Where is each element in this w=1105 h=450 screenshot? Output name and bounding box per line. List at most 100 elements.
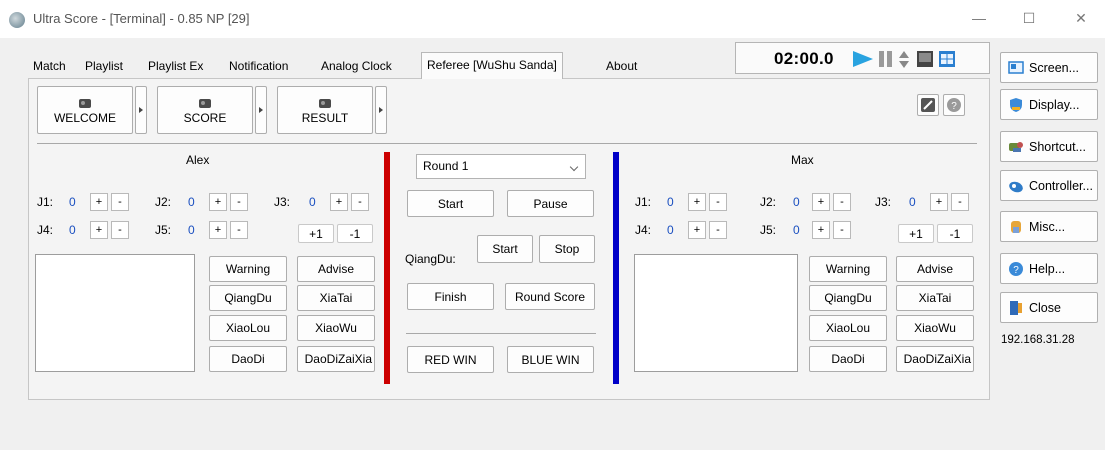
red-j1-minus[interactable]: - [111, 193, 129, 211]
finish-button[interactable]: Finish [407, 283, 494, 310]
round-score-button[interactable]: Round Score [505, 283, 595, 310]
welcome-button[interactable]: WELCOME [37, 86, 133, 134]
blue-j2-minus[interactable]: - [833, 193, 851, 211]
red-j3-minus[interactable]: - [351, 193, 369, 211]
tab-playlist-ex[interactable]: Playlist Ex [143, 56, 208, 78]
blue-j4-label: J4: [635, 223, 652, 237]
red-daodi-button[interactable]: DaoDi [209, 346, 287, 372]
red-j4-label: J4: [37, 223, 54, 237]
blue-warning-button[interactable]: Warning [809, 256, 887, 282]
score-options-arrow[interactable] [255, 86, 267, 134]
app-icon [9, 12, 25, 28]
welcome-options-arrow[interactable] [135, 86, 147, 134]
blue-j1-plus[interactable]: + [688, 193, 706, 211]
divider [37, 143, 977, 144]
tab-match[interactable]: Match [28, 56, 71, 78]
blue-daodi-button[interactable]: DaoDi [809, 346, 887, 372]
blue-j2-label: J2: [760, 195, 777, 209]
blue-j3-value: 0 [909, 195, 916, 209]
qiangdu-stop-button[interactable]: Stop [539, 235, 595, 263]
display-button[interactable]: Display... [1000, 89, 1098, 120]
blue-plus-one-button[interactable]: +1 [898, 224, 934, 243]
misc-label: Misc... [1029, 219, 1066, 234]
blue-j5-minus[interactable]: - [833, 221, 851, 239]
up-down-arrows-icon[interactable] [899, 51, 909, 68]
tab-referee-wushu-sanda[interactable]: Referee [WuShu Sanda] [421, 52, 563, 79]
help-button[interactable]: ? Help... [1000, 253, 1098, 284]
red-j2-minus[interactable]: - [230, 193, 248, 211]
blue-event-list[interactable] [634, 254, 798, 372]
red-j4-value: 0 [69, 223, 76, 237]
blue-fighter-name: Max [791, 153, 814, 167]
result-button[interactable]: RESULT [277, 86, 373, 134]
exit-door-icon [1010, 300, 1022, 315]
close-button[interactable]: Close [1000, 292, 1098, 323]
display-shield-icon [1010, 97, 1022, 112]
blue-j1-minus[interactable]: - [709, 193, 727, 211]
edit-button[interactable] [917, 94, 939, 116]
red-j1-plus[interactable]: + [90, 193, 108, 211]
tab-notification[interactable]: Notification [224, 56, 293, 78]
screen-button[interactable]: Screen... [1000, 52, 1098, 83]
blue-minus-one-button[interactable]: -1 [937, 224, 973, 243]
red-minus-one-button[interactable]: -1 [337, 224, 373, 243]
red-xiaolou-button[interactable]: XiaoLou [209, 315, 287, 341]
window-title: Ultra Score - [Terminal] - 0.85 NP [29] [33, 11, 250, 26]
grid-view-icon[interactable] [939, 51, 955, 67]
red-j3-plus[interactable]: + [330, 193, 348, 211]
red-corner-bar [384, 152, 390, 384]
blue-advise-button[interactable]: Advise [896, 256, 974, 282]
info-button[interactable]: ? [943, 94, 965, 116]
round-select[interactable]: Round 1 [416, 154, 586, 179]
red-j2-label: J2: [155, 195, 172, 209]
close-window-button[interactable]: ✕ [1071, 9, 1091, 27]
red-daodizaixia-button[interactable]: DaoDiZaiXia [297, 346, 375, 372]
score-button[interactable]: SCORE [157, 86, 253, 134]
red-advise-button[interactable]: Advise [297, 256, 375, 282]
tab-analog-clock[interactable]: Analog Clock [316, 56, 397, 78]
blue-qiangdu-button[interactable]: QiangDu [809, 285, 887, 311]
shortcut-button[interactable]: Shortcut... [1000, 131, 1098, 162]
red-j5-minus[interactable]: - [230, 221, 248, 239]
red-xiaowu-button[interactable]: XiaoWu [297, 315, 375, 341]
blue-j5-plus[interactable]: + [812, 221, 830, 239]
red-qiangdu-button[interactable]: QiangDu [209, 285, 287, 311]
blue-j3-minus[interactable]: - [951, 193, 969, 211]
blue-j4-plus[interactable]: + [688, 221, 706, 239]
tab-about[interactable]: About [601, 56, 642, 78]
red-j4-minus[interactable]: - [111, 221, 129, 239]
result-options-arrow[interactable] [375, 86, 387, 134]
controller-button[interactable]: Controller... [1000, 170, 1098, 201]
red-xiatai-button[interactable]: XiaTai [297, 285, 375, 311]
play-icon[interactable] [852, 51, 874, 67]
blue-j2-plus[interactable]: + [812, 193, 830, 211]
minimize-button[interactable]: — [969, 9, 989, 27]
blue-j4-minus[interactable]: - [709, 221, 727, 239]
blue-xiatai-button[interactable]: XiaTai [896, 285, 974, 311]
projector-icon [319, 98, 331, 108]
score-label: SCORE [183, 110, 227, 125]
red-j4-plus[interactable]: + [90, 221, 108, 239]
tab-playlist[interactable]: Playlist [80, 56, 128, 78]
blue-xiaowu-button[interactable]: XiaoWu [896, 315, 974, 341]
red-win-button[interactable]: RED WIN [407, 346, 494, 373]
red-plus-one-button[interactable]: +1 [298, 224, 334, 243]
pause-icon[interactable] [879, 51, 893, 67]
pause-button[interactable]: Pause [507, 190, 594, 217]
misc-button[interactable]: Misc... [1000, 211, 1098, 242]
maximize-button[interactable]: ☐ [1019, 9, 1039, 27]
blue-daodizaixia-button[interactable]: DaoDiZaiXia [896, 346, 974, 372]
red-j5-plus[interactable]: + [209, 221, 227, 239]
monitor-icon[interactable] [917, 51, 933, 67]
blue-win-button[interactable]: BLUE WIN [507, 346, 594, 373]
blue-j3-plus[interactable]: + [930, 193, 948, 211]
help-label: Help... [1029, 261, 1066, 276]
blue-xiaolou-button[interactable]: XiaoLou [809, 315, 887, 341]
qiangdu-start-button[interactable]: Start [477, 235, 533, 263]
red-j2-plus[interactable]: + [209, 193, 227, 211]
red-warning-button[interactable]: Warning [209, 256, 287, 282]
timer-display: 02:00.0 [774, 49, 834, 68]
red-event-list[interactable] [35, 254, 195, 372]
start-button[interactable]: Start [407, 190, 494, 217]
center-divider [406, 333, 596, 334]
